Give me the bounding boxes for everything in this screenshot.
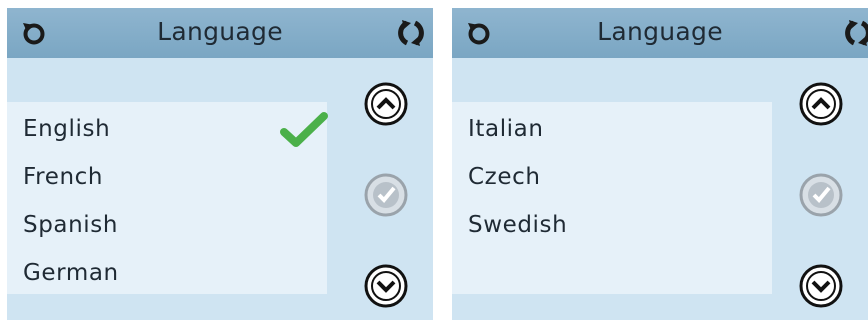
language-option-english[interactable]: English <box>23 109 110 149</box>
confirm-button[interactable] <box>798 172 844 218</box>
screen-title: Language <box>157 17 283 46</box>
language-screen-left: Language English French Spanish German <box>7 8 433 320</box>
language-option-french[interactable]: French <box>23 157 103 197</box>
scroll-down-button[interactable] <box>798 263 844 309</box>
refresh-icon[interactable] <box>389 18 433 48</box>
language-option-spanish[interactable]: Spanish <box>23 205 118 245</box>
confirm-button[interactable] <box>363 172 409 218</box>
refresh-icon[interactable] <box>836 18 868 48</box>
language-option-swedish[interactable]: Swedish <box>468 205 567 245</box>
title-bar: Language <box>452 8 868 58</box>
language-option-czech[interactable]: Czech <box>468 157 541 197</box>
screen-title: Language <box>597 17 723 46</box>
language-screen-right: Language Italian Czech Swedish <box>452 8 868 320</box>
language-option-italian[interactable]: Italian <box>468 109 544 149</box>
title-bar: Language <box>7 8 433 58</box>
language-option-german[interactable]: German <box>23 253 119 293</box>
checkmark-icon <box>280 112 328 147</box>
scroll-down-button[interactable] <box>363 263 409 309</box>
scroll-up-button[interactable] <box>363 81 409 127</box>
scroll-up-button[interactable] <box>798 81 844 127</box>
